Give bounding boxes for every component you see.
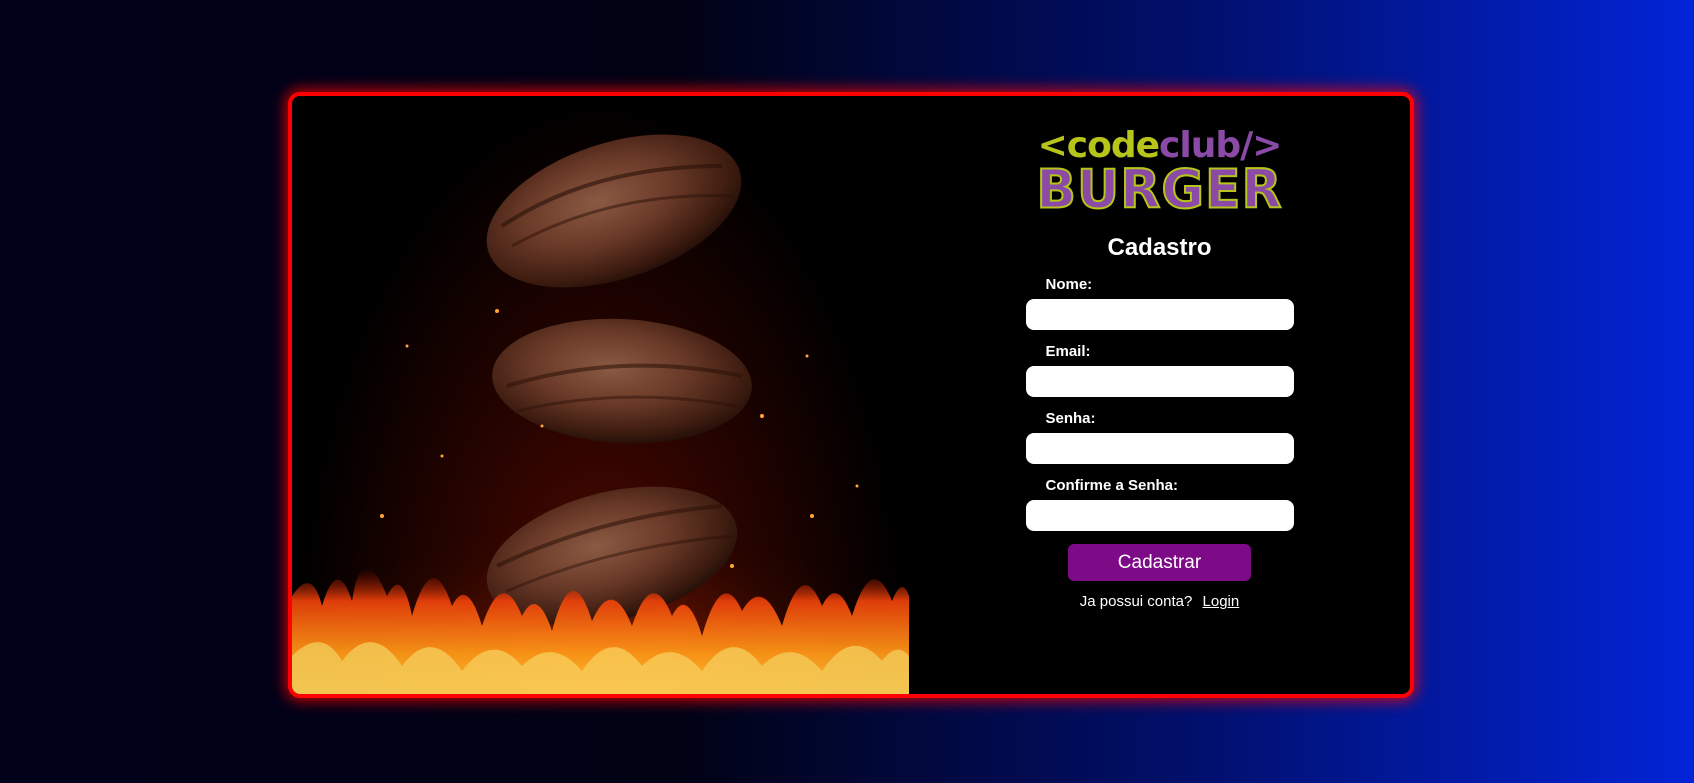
- confirm-password-field-group: Confirme a Senha:: [1025, 477, 1294, 531]
- name-input[interactable]: [1025, 299, 1294, 330]
- page-title: Cadastro: [1107, 234, 1212, 261]
- confirm-password-label: Confirme a Senha:: [1045, 477, 1179, 494]
- logo-burger-text: BURGER: [1035, 159, 1283, 221]
- login-prompt-text: Ja possui conta?: [1079, 593, 1193, 610]
- login-prompt-row: Ja possui conta? Login: [1026, 593, 1294, 610]
- name-field-group: Nome:: [1025, 276, 1294, 330]
- email-field-group: Email:: [1025, 343, 1294, 397]
- patty-top: [486, 134, 742, 288]
- burger-fire-illustration: [292, 134, 909, 694]
- email-input[interactable]: [1025, 366, 1294, 397]
- signup-panel: <codeclub/> BURGER Cadastro Nome: Email:…: [909, 96, 1410, 694]
- email-label: Email:: [1045, 343, 1091, 360]
- confirm-password-input[interactable]: [1025, 500, 1294, 531]
- codeclub-burger-logo: <codeclub/> BURGER: [1035, 128, 1283, 221]
- password-label: Senha:: [1045, 410, 1096, 427]
- signup-card: <codeclub/> BURGER Cadastro Nome: Email:…: [288, 92, 1414, 698]
- login-link[interactable]: Login: [1203, 593, 1240, 610]
- name-label: Nome:: [1045, 276, 1093, 293]
- signup-form: Nome: Email: Senha: Confirme a Senha: Ca…: [1025, 276, 1294, 610]
- password-field-group: Senha:: [1025, 410, 1294, 464]
- password-input[interactable]: [1025, 433, 1294, 464]
- signup-button[interactable]: Cadastrar: [1068, 544, 1251, 581]
- hero-image: [292, 96, 909, 694]
